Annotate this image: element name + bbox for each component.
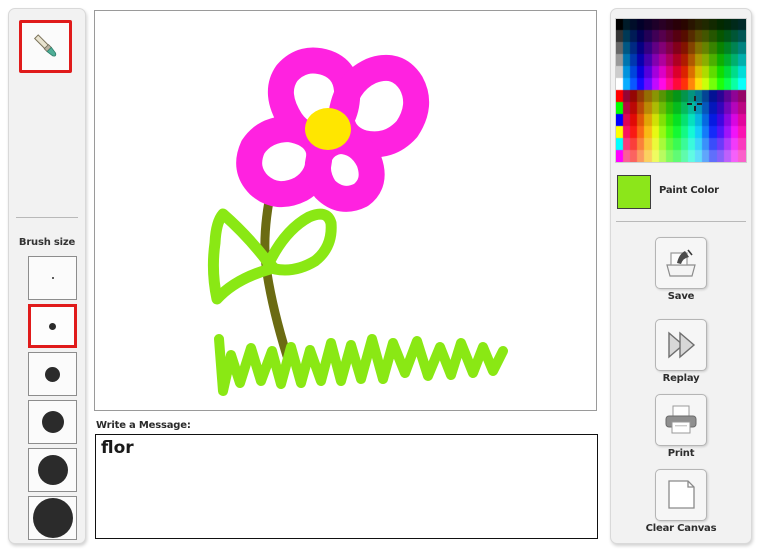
clear-canvas-action[interactable]: Clear Canvas: [611, 469, 751, 534]
color-and-actions-panel: Paint Color Save Replay Print Clear Canv…: [610, 8, 752, 544]
message-label: Write a Message:: [96, 420, 191, 431]
tool-paintbrush[interactable]: [19, 20, 72, 73]
tool-list: [9, 9, 85, 218]
message-input[interactable]: [95, 434, 598, 539]
blank-page-icon: [668, 480, 695, 509]
save-button[interactable]: [655, 237, 707, 289]
grass-stroke: [214, 334, 508, 396]
brush-size-4[interactable]: [28, 448, 77, 492]
brush-size-0[interactable]: [28, 256, 77, 300]
drawing-canvas[interactable]: [94, 10, 597, 411]
color-palette[interactable]: [615, 18, 747, 163]
brush-size-5[interactable]: [28, 496, 77, 540]
leaf-right-stroke: [263, 208, 337, 276]
paint-color-swatch: [617, 175, 651, 209]
paint-application: Brush size Write a Message: flor Paint C…: [0, 0, 758, 551]
tool-divider: [16, 217, 78, 218]
save-icon: [666, 249, 696, 277]
replay-action[interactable]: Replay: [611, 319, 751, 384]
brush-size-2[interactable]: [28, 352, 77, 396]
brush-dot: [41, 411, 64, 433]
brush-dot: [49, 322, 56, 330]
color-palette-grid[interactable]: [616, 19, 746, 162]
brush-dot: [37, 455, 68, 485]
print-label: Print: [667, 448, 695, 459]
printer-icon: [665, 405, 697, 434]
clear-canvas-label: Clear Canvas: [645, 523, 717, 534]
replay-button[interactable]: [655, 319, 707, 371]
print-action[interactable]: Print: [611, 394, 751, 459]
brush-dot: [45, 366, 60, 382]
save-action[interactable]: Save: [611, 237, 751, 302]
paint-color-label: Paint Color: [659, 185, 719, 196]
tool-panel: Brush size: [8, 8, 86, 544]
brush-size-1[interactable]: [28, 304, 77, 348]
clear-canvas-button[interactable]: [655, 469, 707, 521]
brush-dot: [32, 498, 73, 538]
fast-forward-icon: [668, 331, 696, 359]
paintbrush-icon: [33, 33, 56, 56]
replay-label: Replay: [662, 373, 700, 384]
brush-size-3[interactable]: [28, 400, 77, 444]
canvas-artwork: [207, 47, 508, 396]
panel-divider: [616, 221, 746, 222]
flower-center: [305, 108, 351, 150]
brush-dot: [51, 277, 54, 279]
brush-size-label: Brush size: [18, 237, 76, 248]
save-label: Save: [667, 291, 695, 302]
print-button[interactable]: [655, 394, 707, 446]
